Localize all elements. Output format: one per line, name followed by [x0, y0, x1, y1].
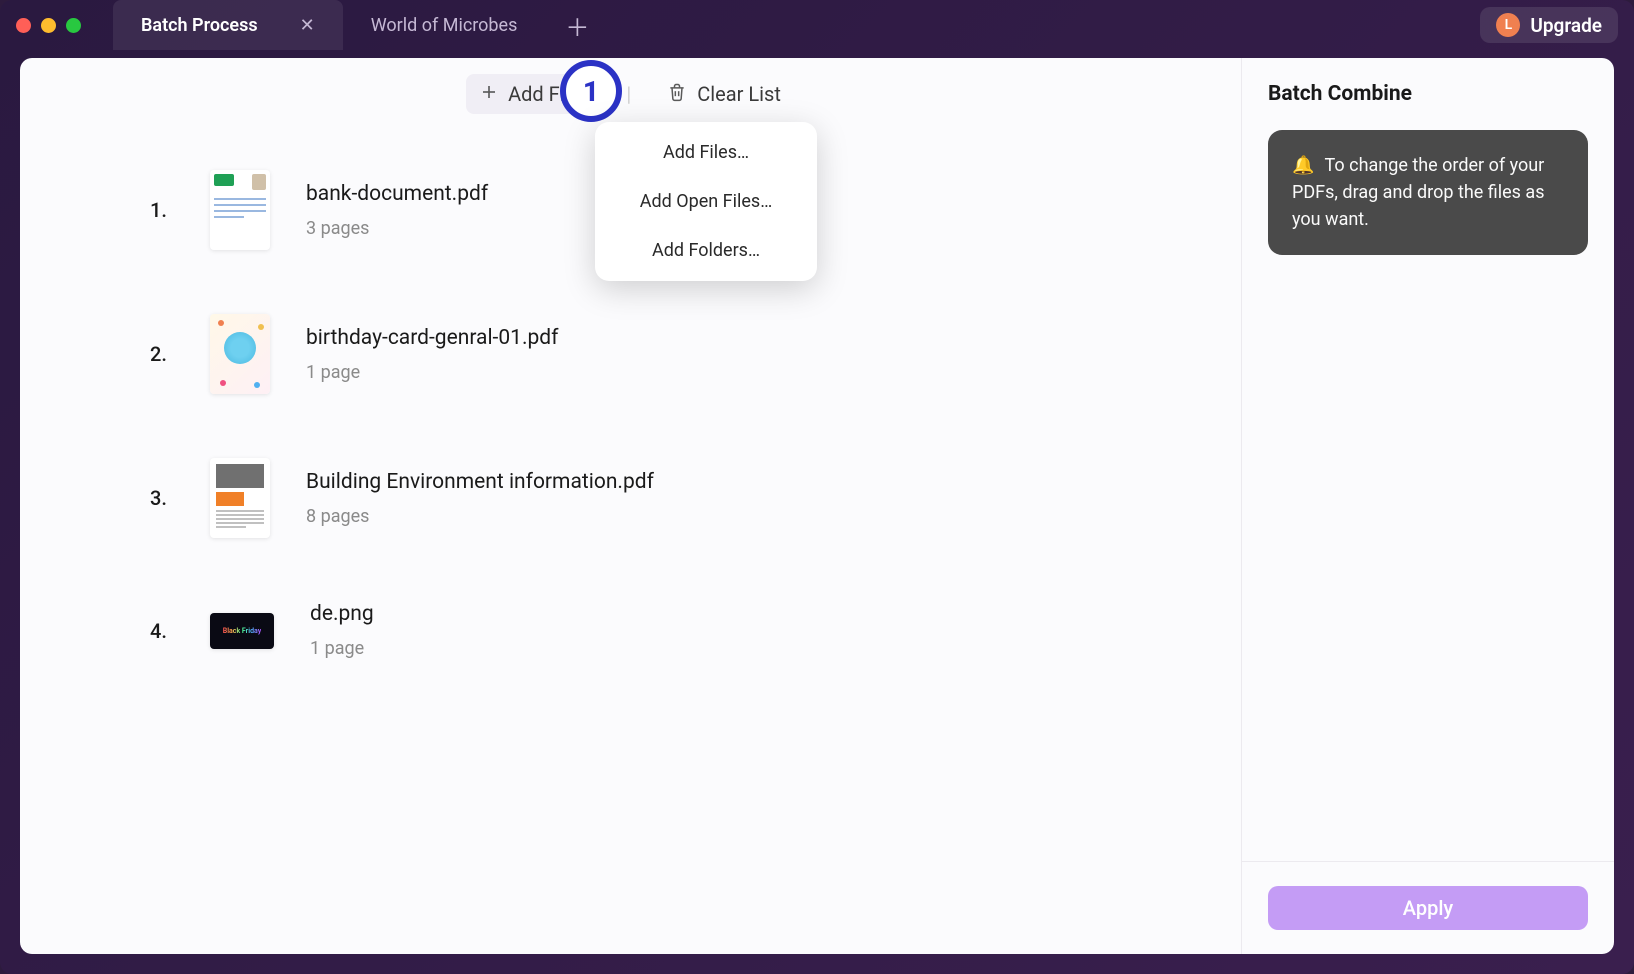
close-window-button[interactable] — [16, 18, 31, 33]
plus-icon: ＋ — [565, 8, 589, 43]
apply-button[interactable]: Apply — [1268, 886, 1588, 930]
plus-icon — [480, 83, 498, 105]
traffic-lights — [16, 18, 81, 33]
tab-label: World of Microbes — [371, 15, 518, 36]
apply-bar: Apply — [1242, 861, 1614, 954]
tab-world-of-microbes[interactable]: World of Microbes — [343, 0, 546, 50]
dropdown-item-label: Add Folders… — [652, 240, 760, 261]
upgrade-button[interactable]: L Upgrade — [1480, 7, 1618, 43]
dropdown-item-add-files[interactable]: Add Files… — [595, 128, 817, 177]
file-name: Building Environment information.pdf — [306, 470, 654, 494]
list-item[interactable]: 4. Black Friday de.png 1 page — [150, 602, 1241, 659]
list-item[interactable]: 2. birthday-card-genral-01.pdf 1 page — [150, 314, 1241, 394]
avatar-letter: L — [1505, 17, 1513, 33]
sidebar-title: Batch Combine — [1242, 82, 1614, 130]
list-item[interactable]: 3. Building Environment information.pdf … — [150, 458, 1241, 538]
file-thumbnail — [210, 458, 270, 538]
file-pages: 3 pages — [306, 218, 488, 239]
callout-number: 1 — [583, 75, 599, 108]
file-pages: 1 page — [310, 638, 374, 659]
add-files-dropdown: Add Files… Add Open Files… Add Folders… — [595, 122, 817, 281]
close-icon[interactable]: ✕ — [300, 15, 315, 36]
dropdown-item-add-folders[interactable]: Add Folders… — [595, 226, 817, 275]
main-pane: 1 Add Files | Clear List — [20, 58, 1241, 954]
minimize-window-button[interactable] — [41, 18, 56, 33]
file-name: birthday-card-genral-01.pdf — [306, 326, 558, 350]
maximize-window-button[interactable] — [66, 18, 81, 33]
titlebar: Batch Process ✕ World of Microbes ＋ L Up… — [0, 0, 1634, 50]
annotation-callout-1: 1 — [560, 60, 622, 122]
file-info: de.png 1 page — [310, 602, 374, 659]
file-index: 3. — [150, 486, 174, 510]
toolbar: 1 Add Files | Clear List — [20, 58, 1241, 130]
upgrade-label: Upgrade — [1530, 14, 1602, 37]
file-index: 4. — [150, 619, 174, 643]
clear-list-label: Clear List — [697, 82, 781, 106]
dropdown-item-add-open-files[interactable]: Add Open Files… — [595, 177, 817, 226]
file-info: bank-document.pdf 3 pages — [306, 182, 488, 239]
file-name: de.png — [310, 602, 374, 626]
dropdown-item-label: Add Files… — [663, 142, 749, 163]
bell-icon: 🔔 — [1292, 155, 1314, 176]
dropdown-item-label: Add Open Files… — [640, 191, 773, 212]
app-window: Batch Process ✕ World of Microbes ＋ L Up… — [0, 0, 1634, 974]
tabs: Batch Process ✕ World of Microbes ＋ — [113, 0, 609, 50]
clear-list-button[interactable]: Clear List — [653, 74, 795, 114]
file-name: bank-document.pdf — [306, 182, 488, 206]
add-tab-button[interactable]: ＋ — [545, 0, 609, 50]
file-thumbnail — [210, 170, 270, 250]
file-pages: 8 pages — [306, 506, 654, 527]
toolbar-divider: | — [622, 82, 635, 106]
file-thumbnail — [210, 314, 270, 394]
sidebar: Batch Combine 🔔 To change the order of y… — [1241, 58, 1614, 954]
trash-icon — [667, 82, 687, 106]
file-index: 1. — [150, 198, 174, 222]
file-index: 2. — [150, 342, 174, 366]
file-info: Building Environment information.pdf 8 p… — [306, 470, 654, 527]
content: 1 Add Files | Clear List — [20, 58, 1614, 954]
file-pages: 1 page — [306, 362, 558, 383]
tip-card: 🔔 To change the order of your PDFs, drag… — [1268, 130, 1588, 255]
avatar: L — [1496, 13, 1520, 37]
apply-label: Apply — [1403, 896, 1453, 920]
tab-batch-process[interactable]: Batch Process ✕ — [113, 0, 343, 50]
file-info: birthday-card-genral-01.pdf 1 page — [306, 326, 558, 383]
tab-label: Batch Process — [141, 15, 258, 36]
tip-text: To change the order of your PDFs, drag a… — [1292, 155, 1544, 230]
file-thumbnail: Black Friday — [210, 613, 274, 649]
